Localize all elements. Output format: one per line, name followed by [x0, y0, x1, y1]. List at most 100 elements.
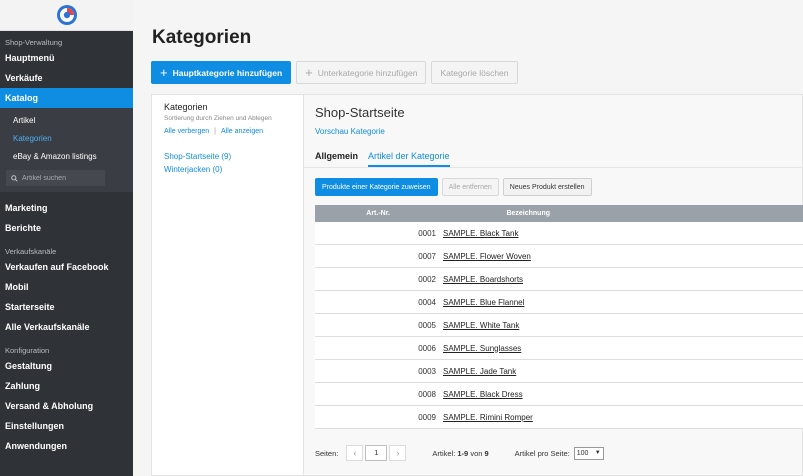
plus-icon: +	[160, 65, 168, 80]
article-table: Art.-Nr. Bezeichnung 0001 SAMPLE. Black T…	[315, 205, 803, 429]
article-name-link[interactable]: SAMPLE. Jade Tank	[443, 367, 516, 376]
section-label-channels: Verkaufskanäle	[5, 247, 57, 256]
link-separator: |	[214, 128, 216, 135]
remove-all-button[interactable]: Alle entfernen	[441, 178, 499, 196]
page-number-input[interactable]: 1	[365, 445, 388, 461]
detail-tabs: Allgemein Artikel der Kategorie	[315, 149, 450, 167]
nav-zahlung[interactable]: Zahlung	[0, 376, 133, 396]
per-page-label: Artikel pro Seite:	[514, 448, 570, 458]
logo-area	[0, 0, 133, 31]
category-shop-startseite[interactable]: Shop-Startseite (9)	[164, 150, 291, 163]
article-name-link[interactable]: SAMPLE. Boardshorts	[443, 275, 523, 284]
article-number: 0003	[418, 366, 436, 376]
table-row[interactable]: 0006 SAMPLE. Sunglasses	[315, 337, 803, 360]
delete-category-label: Kategorie löschen	[440, 67, 509, 78]
assign-products-button[interactable]: Produkte einer Kategorie zuweisen	[315, 178, 438, 196]
chevron-down-icon: ▼	[594, 450, 601, 456]
count-total: 9	[484, 448, 489, 458]
sidebar-search-input[interactable]	[22, 174, 102, 182]
table-row[interactable]: 0004 SAMPLE. Blue Flannel	[315, 291, 803, 314]
table-row[interactable]: 0005 SAMPLE. White Tank	[315, 314, 803, 337]
nav-einstellungen[interactable]: Einstellungen	[0, 416, 133, 436]
section-label-shop: Shop-Verwaltung	[5, 38, 63, 47]
article-name-link[interactable]: SAMPLE. Flower Woven	[443, 252, 531, 261]
table-row[interactable]: 0002 SAMPLE. Boardshorts	[315, 268, 803, 291]
category-tree-hint: Sortierung durch Ziehen und Ablegen	[164, 115, 272, 122]
nav-starterseite[interactable]: Starterseite	[0, 297, 133, 317]
katalog-subnav: Artikel Kategorien eBay & Amazon listing…	[0, 108, 133, 192]
article-number: 0005	[418, 320, 436, 330]
article-name-link[interactable]: SAMPLE. Rimini Romper	[443, 413, 533, 422]
per-page-select[interactable]: 100 ▼	[573, 446, 604, 460]
sidebar-search[interactable]	[6, 170, 105, 186]
hide-all-link[interactable]: Alle verbergen	[164, 128, 209, 135]
article-number: 0009	[418, 412, 436, 422]
nav-versand[interactable]: Versand & Abholung	[0, 396, 133, 416]
category-tree-panel: Kategorien Sortierung durch Ziehen und A…	[151, 94, 304, 476]
main-content: Kategorien + Hauptkategorie hinzufügen +…	[133, 0, 803, 476]
table-row[interactable]: 0001 SAMPLE. Black Tank	[315, 222, 803, 245]
subnav-kategorien[interactable]: Kategorien	[0, 130, 133, 148]
nav-anwendungen[interactable]: Anwendungen	[0, 436, 133, 456]
delete-category-button[interactable]: Kategorie löschen	[431, 61, 518, 84]
header-art-nr[interactable]: Art.-Nr.	[315, 210, 390, 217]
nav-marketing[interactable]: Marketing	[0, 198, 133, 218]
table-row[interactable]: 0009 SAMPLE. Rimini Romper	[315, 406, 803, 429]
add-main-category-button[interactable]: + Hauptkategorie hinzufügen	[151, 61, 292, 84]
tab-artikel-der-kategorie[interactable]: Artikel der Kategorie	[368, 149, 450, 167]
add-subcategory-button[interactable]: + Unterkategorie hinzufügen	[296, 61, 427, 84]
add-subcategory-label: Unterkategorie hinzufügen	[317, 67, 418, 78]
tab-divider	[304, 167, 802, 168]
category-detail-title: Shop-Startseite	[315, 105, 405, 120]
next-page-button[interactable]: ›	[389, 445, 407, 461]
category-winterjacken[interactable]: Winterjacken (0)	[164, 163, 291, 176]
article-number: 0006	[418, 343, 436, 353]
section-label-config: Konfiguration	[5, 346, 50, 355]
article-name-link[interactable]: SAMPLE. Black Tank	[443, 229, 518, 238]
tab-allgemein[interactable]: Allgemein	[315, 149, 358, 167]
article-name-link[interactable]: SAMPLE. Blue Flannel	[443, 298, 524, 307]
search-icon	[11, 174, 18, 182]
article-name-link[interactable]: SAMPLE. Sunglasses	[443, 344, 521, 353]
per-page-control: Artikel pro Seite: 100 ▼	[514, 446, 604, 460]
table-row[interactable]: 0007 SAMPLE. Flower Woven	[315, 245, 803, 268]
subnav-ebay-amazon[interactable]: eBay & Amazon listings	[0, 148, 133, 166]
pagination: Seiten: ‹ 1 › Artikel: 1-9 von 9 Artikel…	[315, 445, 604, 461]
count-prefix: Artikel:	[432, 448, 456, 458]
header-bezeichnung[interactable]: Bezeichnung	[390, 210, 550, 217]
tree-toggle-links: Alle verbergen | Alle anzeigen	[164, 128, 291, 135]
nav-hauptmenu[interactable]: Hauptmenü	[0, 48, 133, 68]
category-toolbar: + Hauptkategorie hinzufügen + Unterkateg…	[151, 61, 518, 84]
category-tree: Shop-Startseite (9) Winterjacken (0)	[164, 150, 291, 176]
article-number: 0007	[418, 251, 436, 261]
article-number: 0004	[418, 297, 436, 307]
nav-facebook[interactable]: Verkaufen auf Facebook	[0, 257, 133, 277]
table-body: 0001 SAMPLE. Black Tank 0007 SAMPLE. Flower…	[315, 222, 803, 429]
brand-logo-icon[interactable]	[56, 4, 78, 26]
nav-gestaltung[interactable]: Gestaltung	[0, 356, 133, 376]
pager-label: Seiten:	[315, 448, 339, 458]
nav-verkaeufe[interactable]: Verkäufe	[0, 68, 133, 88]
article-count: Artikel: 1-9 von 9	[432, 449, 488, 458]
table-header: Art.-Nr. Bezeichnung	[315, 205, 803, 222]
count-of: von	[470, 448, 483, 458]
table-row[interactable]: 0008 SAMPLE. Black Dress	[315, 383, 803, 406]
article-name-link[interactable]: SAMPLE. Black Dress	[443, 390, 523, 399]
category-tree-title: Kategorien	[164, 102, 208, 112]
show-all-link[interactable]: Alle anzeigen	[221, 128, 263, 135]
count-range: 1-9	[457, 448, 469, 458]
table-row[interactable]: 0003 SAMPLE. Jade Tank	[315, 360, 803, 383]
nav-mobil[interactable]: Mobil	[0, 277, 133, 297]
create-product-button[interactable]: Neues Produkt erstellen	[502, 178, 592, 196]
prev-page-button[interactable]: ‹	[346, 445, 364, 461]
add-main-category-label: Hauptkategorie hinzufügen	[172, 67, 283, 78]
preview-category-link[interactable]: Vorschau Kategorie	[315, 127, 385, 136]
article-name-link[interactable]: SAMPLE. White Tank	[443, 321, 519, 330]
subnav-artikel[interactable]: Artikel	[0, 112, 133, 130]
nav-berichte[interactable]: Berichte	[0, 218, 133, 238]
nav-alle-kanaele[interactable]: Alle Verkaufskanäle	[0, 317, 133, 337]
per-page-value: 100	[576, 449, 589, 457]
sidebar: Shop-Verwaltung Hauptmenü Verkäufe Katal…	[0, 0, 133, 476]
nav-katalog[interactable]: Katalog	[0, 88, 133, 108]
plus-icon: +	[305, 65, 313, 80]
